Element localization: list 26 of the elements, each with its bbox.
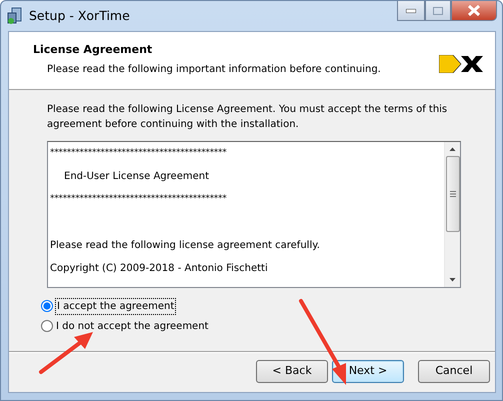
maximize-button[interactable] xyxy=(425,1,451,21)
radio-label[interactable]: I accept the agreement xyxy=(56,298,176,314)
instruction-text: Please read the following License Agreement. You must accept the terms of this agreement before continuing with the installation. xyxy=(47,103,448,132)
grip-icon xyxy=(450,191,456,197)
cancel-button[interactable]: Cancel xyxy=(418,360,490,383)
back-button[interactable]: < Back xyxy=(256,360,328,383)
close-button[interactable] xyxy=(451,1,497,21)
minimize-icon xyxy=(406,8,416,12)
license-text: Copyright (C) 2009-2018 - Antonio Fischetti xyxy=(50,263,268,274)
separator-line-text: ****************************************** xyxy=(50,194,226,204)
logo-icon xyxy=(439,55,483,73)
close-icon xyxy=(467,5,481,16)
page-subtitle: Please read the following important information before continuing. xyxy=(46,62,381,76)
radio-label[interactable]: I do not accept the agreement xyxy=(56,318,208,334)
scrollbar[interactable] xyxy=(444,142,460,287)
separator-line-text: ****************************************** xyxy=(50,148,226,158)
page-title: License Agreement xyxy=(33,42,154,58)
radio-button[interactable] xyxy=(41,320,53,332)
window-title: Setup - XorTime xyxy=(29,6,130,25)
maximize-icon xyxy=(433,6,443,14)
license-heading: End-User License Agreement xyxy=(64,171,209,182)
annotation-arrow xyxy=(39,332,93,374)
minimize-button[interactable] xyxy=(397,1,425,21)
radio-button[interactable] xyxy=(41,300,53,312)
license-text-area[interactable] xyxy=(47,141,461,288)
license-text: Please read the following license agreement carefully. xyxy=(50,240,320,251)
